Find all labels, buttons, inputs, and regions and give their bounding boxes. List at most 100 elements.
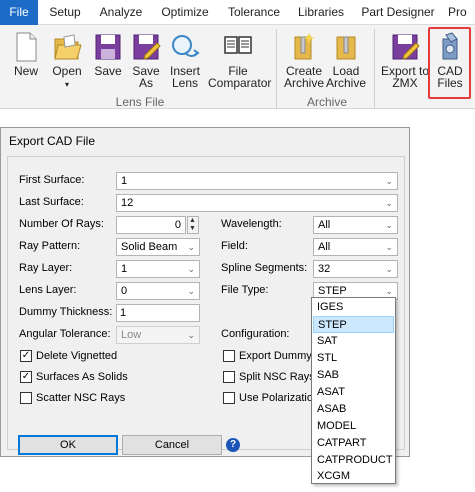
first-surface-select[interactable]: 1 ⌄ xyxy=(116,172,398,190)
tab-pro[interactable]: Pro xyxy=(448,0,475,25)
folder-open-icon xyxy=(54,34,82,60)
chevron-down-icon: ⌄ xyxy=(385,220,393,230)
last-surface-label: Last Surface: xyxy=(19,196,84,208)
spline-segments-select[interactable]: 32 ⌄ xyxy=(313,260,398,278)
tab-tolerance[interactable]: Tolerance xyxy=(226,0,282,25)
new-button-label: New xyxy=(13,64,38,78)
first-surface-label: First Surface: xyxy=(19,174,85,186)
split-nsc-rays-checkbox[interactable] xyxy=(223,371,235,383)
insert-lens-button-label: Insert Lens xyxy=(169,64,200,90)
file-type-option[interactable]: CATPART xyxy=(313,435,394,452)
group-label-archive: Archive xyxy=(306,95,347,109)
file-type-option[interactable]: IGES xyxy=(313,299,394,316)
insert-lens-icon xyxy=(172,35,200,57)
delete-vignetted-label: Delete Vignetted xyxy=(36,350,118,362)
lens-layer-label: Lens Layer: xyxy=(19,284,77,296)
last-surface-select[interactable]: 12 ⌄ xyxy=(116,194,398,212)
use-polarization-checkbox[interactable] xyxy=(223,392,235,404)
first-surface-value: 1 xyxy=(121,175,128,187)
new-button[interactable]: New xyxy=(8,25,44,93)
group-divider xyxy=(374,29,375,109)
file-type-option[interactable]: SAB xyxy=(313,367,394,384)
use-polarization-label: Use Polarization xyxy=(239,392,320,404)
load-archive-icon xyxy=(336,36,356,60)
configuration-label: Configuration: xyxy=(221,328,290,340)
file-type-option[interactable]: STL xyxy=(313,350,394,367)
wavelength-value: All xyxy=(318,219,331,231)
chevron-down-icon: ⌄ xyxy=(385,176,393,186)
field-select[interactable]: All ⌄ xyxy=(313,238,398,256)
export-zmx-icon xyxy=(392,34,420,60)
file-type-option[interactable]: MODEL xyxy=(313,418,394,435)
spin-up-icon[interactable]: ▲ xyxy=(189,217,196,225)
save-as-button-label: Save As xyxy=(132,64,160,90)
wavelength-label: Wavelength: xyxy=(221,218,282,230)
ray-layer-value: 1 xyxy=(121,263,128,275)
file-comparator-button-label: File Comparator xyxy=(208,64,272,90)
tab-optimize[interactable]: Optimize xyxy=(158,0,212,25)
number-of-rays-input[interactable]: 0 xyxy=(116,216,186,234)
file-type-option[interactable]: CATPRODUCT xyxy=(313,452,394,469)
save-as-button[interactable]: Save As xyxy=(128,25,164,93)
delete-vignetted-checkbox[interactable]: ✓ xyxy=(20,350,32,362)
create-archive-button-label: Create Archive xyxy=(283,64,324,90)
file-type-option-selected[interactable]: STEP xyxy=(313,316,394,333)
field-label: Field: xyxy=(221,240,248,252)
file-type-dropdown-list: IGES STEP SAT STL SAB ASAT ASAB MODEL CA… xyxy=(311,297,396,484)
ray-layer-select[interactable]: 1 ⌄ xyxy=(116,260,200,278)
tab-analyze[interactable]: Analyze xyxy=(96,0,146,25)
new-file-icon xyxy=(16,32,37,62)
angular-tolerance-select[interactable]: Low ⌄ xyxy=(116,326,200,344)
split-nsc-rays-label: Split NSC Rays xyxy=(239,371,315,383)
file-type-option[interactable]: ASAT xyxy=(313,384,394,401)
scatter-nsc-rays-label: Scatter NSC Rays xyxy=(36,392,126,404)
dialog-title: Export CAD File xyxy=(9,134,96,148)
open-button[interactable]: Open ▾ xyxy=(48,25,86,93)
scatter-nsc-rays-checkbox[interactable] xyxy=(20,392,32,404)
chevron-down-icon: ⌄ xyxy=(385,242,393,252)
save-as-icon xyxy=(133,34,161,60)
ray-pattern-label: Ray Pattern: xyxy=(19,240,81,252)
load-archive-button[interactable]: Load Archive xyxy=(326,25,366,93)
number-of-rays-label: Number Of Rays: xyxy=(19,218,104,230)
dummy-thickness-label: Dummy Thickness: xyxy=(19,306,113,318)
ok-button[interactable]: OK xyxy=(18,435,118,455)
wavelength-select[interactable]: All ⌄ xyxy=(313,216,398,234)
file-type-option[interactable]: ASAB xyxy=(313,401,394,418)
cancel-button[interactable]: Cancel xyxy=(122,435,222,455)
create-archive-button[interactable]: Create Archive xyxy=(282,25,326,93)
open-button-label: Open xyxy=(52,64,82,78)
floppy-disk-icon xyxy=(95,34,121,60)
tab-file[interactable]: File xyxy=(0,0,38,25)
insert-lens-button[interactable]: Insert Lens xyxy=(166,25,204,93)
surfaces-as-solids-checkbox[interactable]: ✓ xyxy=(20,371,32,383)
lens-layer-select[interactable]: 0 ⌄ xyxy=(116,282,200,300)
ribbon-tab-bar: File Setup Analyze Optimize Tolerance Li… xyxy=(0,0,475,25)
ribbon: File Setup Analyze Optimize Tolerance Li… xyxy=(0,0,475,112)
ray-pattern-select[interactable]: Solid Beam ⌄ xyxy=(116,238,200,256)
help-icon[interactable]: ? xyxy=(226,438,240,452)
file-type-option[interactable]: SAT xyxy=(313,333,394,350)
angular-tolerance-value: Low xyxy=(121,329,142,341)
spin-down-icon[interactable]: ▼ xyxy=(189,225,196,233)
angular-tolerance-label: Angular Tolerance: xyxy=(19,328,111,340)
file-comparator-button[interactable]: File Comparator xyxy=(208,25,272,93)
export-dummy-label: Export Dummy S xyxy=(239,350,323,362)
file-type-option[interactable]: XCGM xyxy=(313,469,394,483)
dummy-thickness-input[interactable]: 1 xyxy=(116,304,200,322)
lens-layer-value: 0 xyxy=(121,285,128,297)
spline-segments-value: 32 xyxy=(318,263,331,275)
tab-libraries[interactable]: Libraries xyxy=(296,0,346,25)
export-to-zmx-button[interactable]: Export to ZMX xyxy=(380,25,430,93)
tab-setup[interactable]: Setup xyxy=(46,0,84,25)
save-button[interactable]: Save xyxy=(90,25,126,93)
export-dummy-checkbox[interactable] xyxy=(223,350,235,362)
file-type-value: STEP xyxy=(318,285,347,297)
check-icon: ✓ xyxy=(21,350,31,361)
number-of-rays-spinner[interactable]: ▲ ▼ xyxy=(187,216,199,234)
group-divider xyxy=(276,29,277,109)
export-to-zmx-button-label: Export to ZMX xyxy=(380,64,430,90)
last-surface-value: 12 xyxy=(121,197,134,209)
tab-part-designer[interactable]: Part Designer xyxy=(360,0,436,25)
highlight-box xyxy=(428,27,471,99)
